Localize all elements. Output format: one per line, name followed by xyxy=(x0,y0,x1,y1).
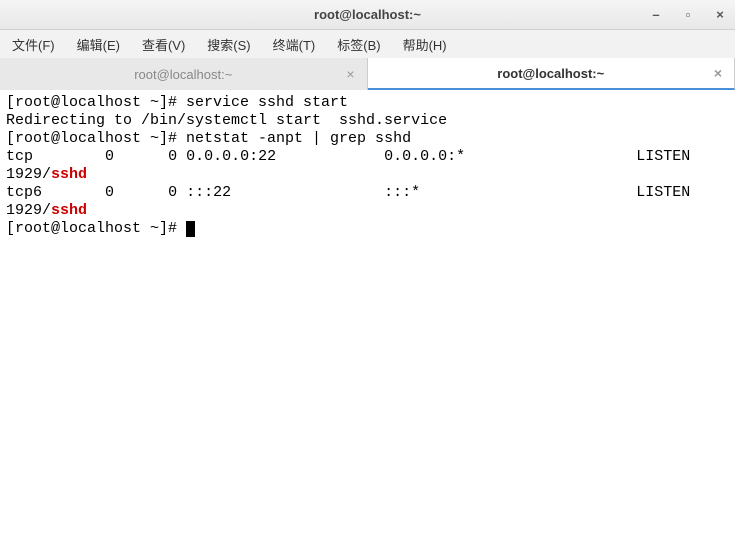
command-text: service sshd start xyxy=(186,94,348,111)
tab-close-icon[interactable]: × xyxy=(346,66,354,82)
minimize-button[interactable]: – xyxy=(649,8,663,22)
window-titlebar: root@localhost:~ – ▫ × xyxy=(0,0,735,30)
menu-tabs[interactable]: 标签(B) xyxy=(331,32,386,57)
menubar: 文件(F) 编辑(E) 查看(V) 搜索(S) 终端(T) 标签(B) 帮助(H… xyxy=(0,30,735,58)
close-button[interactable]: × xyxy=(713,8,727,22)
tab-label: root@localhost:~ xyxy=(134,67,232,82)
menu-edit[interactable]: 编辑(E) xyxy=(71,32,126,57)
netstat-recvq: 0 xyxy=(105,184,114,201)
output-text: Redirecting to /bin/systemctl start sshd… xyxy=(6,112,447,129)
terminal-cursor xyxy=(186,221,195,237)
netstat-state: LISTEN xyxy=(636,184,690,201)
netstat-state: LISTEN xyxy=(636,148,690,165)
command-text: netstat -anpt | grep sshd xyxy=(186,130,411,147)
tab-2[interactable]: root@localhost:~ × xyxy=(368,58,735,90)
prompt: [root@localhost ~]# xyxy=(6,220,186,237)
netstat-recvq: 0 xyxy=(105,148,114,165)
netstat-foreign: 0.0.0.0:* xyxy=(384,148,465,165)
maximize-button[interactable]: ▫ xyxy=(681,8,695,22)
netstat-local: :::22 xyxy=(186,184,231,201)
menu-terminal[interactable]: 终端(T) xyxy=(267,32,322,57)
netstat-proto: tcp xyxy=(6,148,33,165)
tab-1[interactable]: root@localhost:~ × xyxy=(0,58,368,90)
menu-help[interactable]: 帮助(H) xyxy=(397,32,453,57)
netstat-proc: sshd xyxy=(51,202,87,219)
netstat-sendq: 0 xyxy=(168,148,177,165)
netstat-sendq: 0 xyxy=(168,184,177,201)
tab-bar: root@localhost:~ × root@localhost:~ × xyxy=(0,58,735,90)
netstat-foreign: :::* xyxy=(384,184,420,201)
window-title: root@localhost:~ xyxy=(314,7,421,22)
window-controls: – ▫ × xyxy=(649,8,727,22)
terminal-area[interactable]: [root@localhost ~]# service sshd start R… xyxy=(0,90,735,537)
prompt: [root@localhost ~]# xyxy=(6,94,186,111)
netstat-local: 0.0.0.0:22 xyxy=(186,148,276,165)
menu-view[interactable]: 查看(V) xyxy=(136,32,191,57)
netstat-pid: 1929/ xyxy=(6,202,51,219)
tab-close-icon[interactable]: × xyxy=(714,65,722,81)
menu-file[interactable]: 文件(F) xyxy=(6,32,61,57)
tab-label: root@localhost:~ xyxy=(497,66,604,81)
netstat-pid: 1929/ xyxy=(6,166,51,183)
netstat-proc: sshd xyxy=(51,166,87,183)
prompt: [root@localhost ~]# xyxy=(6,130,186,147)
netstat-proto: tcp6 xyxy=(6,184,42,201)
menu-search[interactable]: 搜索(S) xyxy=(201,32,256,57)
